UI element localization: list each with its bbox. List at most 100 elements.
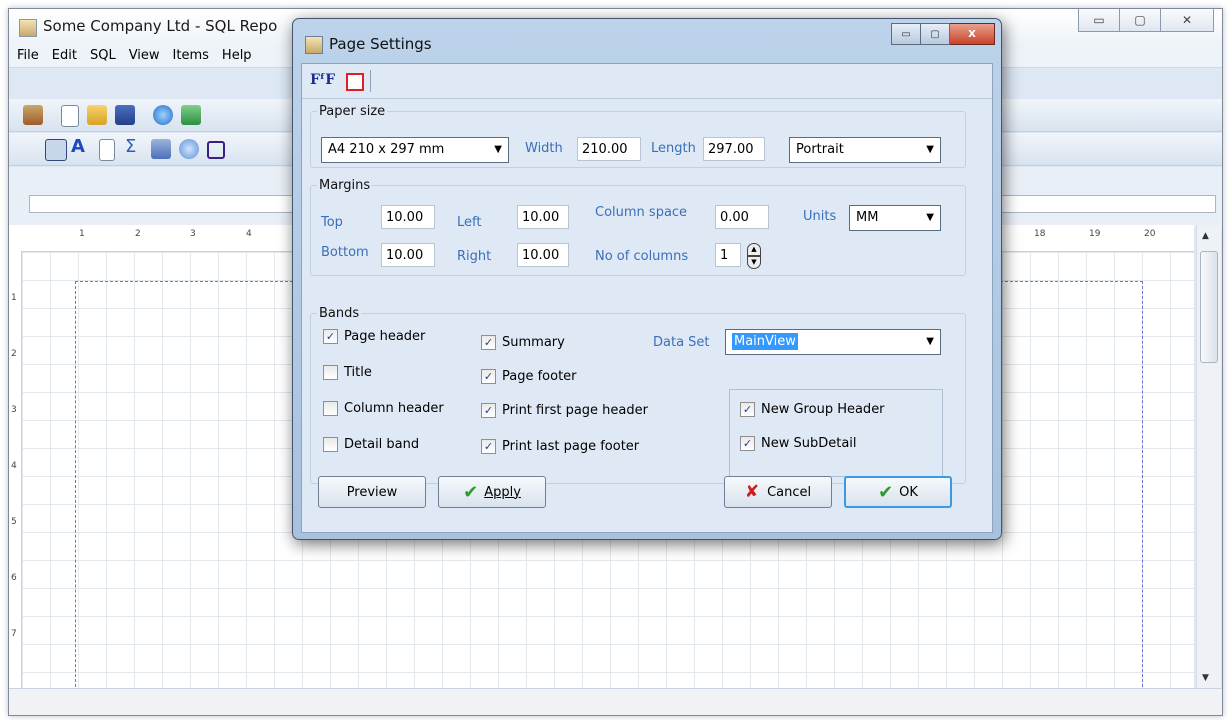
dialog-close-button[interactable]: X xyxy=(950,23,995,45)
paper-size-value: A4 210 x 297 mm xyxy=(328,142,445,157)
page-header-label: Page header xyxy=(344,329,426,344)
detail-options-box: ✓ New Group Header ✓ New SubDetail xyxy=(729,389,943,477)
ruler-tick: 4 xyxy=(11,461,17,471)
preview-button[interactable]: Preview xyxy=(318,476,426,508)
column-space-input[interactable]: 0.00 xyxy=(715,205,769,229)
main-window-title: Some Company Ltd - SQL Repo xyxy=(43,17,278,35)
ruler-tick: 2 xyxy=(135,229,141,239)
apply-button[interactable]: ✔ Apply xyxy=(438,476,546,508)
column-space-label: Column space xyxy=(595,205,688,220)
units-label: Units xyxy=(803,209,837,224)
checkbox-check-icon: ✓ xyxy=(481,403,496,418)
new-icon[interactable] xyxy=(61,105,79,127)
close-button[interactable]: ✕ xyxy=(1161,9,1214,32)
column-header-checkbox[interactable]: Column header xyxy=(323,401,444,416)
globe-icon[interactable] xyxy=(153,105,173,125)
pointer-icon[interactable] xyxy=(45,139,67,161)
cancel-button-label: Cancel xyxy=(767,484,812,500)
scroll-up-icon[interactable]: ▲ xyxy=(1202,231,1209,241)
menu-edit[interactable]: Edit xyxy=(44,45,82,63)
toolbar-separator xyxy=(370,70,371,92)
no-of-columns-label: No of columns xyxy=(595,249,689,264)
length-input[interactable]: 297.00 xyxy=(703,137,765,161)
memo-icon[interactable] xyxy=(99,139,115,161)
ruler-tick: 18 xyxy=(1034,229,1046,239)
left-margin-input[interactable]: 10.00 xyxy=(517,205,569,229)
menu-sql[interactable]: SQL xyxy=(82,45,121,63)
page-footer-checkbox[interactable]: ✓ Page footer xyxy=(481,369,577,384)
dialog-minimize-button[interactable]: ▭ xyxy=(891,23,921,45)
orientation-select[interactable]: Portrait ▼ xyxy=(789,137,941,163)
length-label: Length xyxy=(651,141,696,156)
summary-checkbox[interactable]: ✓ Summary xyxy=(481,335,565,350)
menu-items[interactable]: Items xyxy=(165,45,214,63)
bands-group: Bands ✓ Page header Title Column header … xyxy=(310,306,966,484)
chevron-down-icon: ▼ xyxy=(926,212,934,223)
exit-icon[interactable] xyxy=(23,105,43,125)
title-checkbox[interactable]: Title xyxy=(323,365,372,380)
dialog-toolbar: FᶠF xyxy=(302,64,992,99)
check-icon: ✔ xyxy=(463,481,479,503)
data-set-label: Data Set xyxy=(653,335,710,350)
right-margin-input[interactable]: 10.00 xyxy=(517,243,569,267)
shape-icon[interactable] xyxy=(207,141,225,159)
image-icon[interactable] xyxy=(151,139,171,159)
units-select[interactable]: MM ▼ xyxy=(849,205,941,231)
scroll-down-icon[interactable]: ▼ xyxy=(1202,673,1209,683)
margins-legend: Margins xyxy=(319,178,371,193)
preview-button-label: Preview xyxy=(346,484,398,500)
cancel-button[interactable]: ✘ Cancel xyxy=(724,476,832,508)
open-icon[interactable] xyxy=(87,105,107,125)
ruler-tick: 5 xyxy=(11,517,17,527)
columns-spinner[interactable]: ▲ ▼ xyxy=(747,243,761,269)
page-header-checkbox[interactable]: ✓ Page header xyxy=(323,329,425,344)
spin-down-icon[interactable]: ▼ xyxy=(747,256,761,269)
print-last-page-footer-checkbox[interactable]: ✓ Print last page footer xyxy=(481,439,639,454)
minimize-button[interactable]: ▭ xyxy=(1078,9,1120,32)
new-group-header-checkbox[interactable]: ✓ New Group Header xyxy=(740,402,885,417)
menu-view[interactable]: View xyxy=(121,45,165,63)
new-subdetail-checkbox[interactable]: ✓ New SubDetail xyxy=(740,436,857,451)
new-subdetail-label: New SubDetail xyxy=(761,436,857,451)
text-icon[interactable]: A xyxy=(71,136,91,157)
save-icon[interactable] xyxy=(115,105,135,125)
checkbox-box xyxy=(323,365,338,380)
checkbox-check-icon: ✓ xyxy=(323,329,338,344)
maximize-button[interactable]: ▢ xyxy=(1120,9,1161,32)
checkbox-box xyxy=(323,437,338,452)
data-set-select[interactable]: MainView ▼ xyxy=(725,329,941,355)
chevron-down-icon: ▼ xyxy=(926,336,934,347)
ruler-tick: 2 xyxy=(11,349,17,359)
no-of-columns-input[interactable]: 1 xyxy=(715,243,741,267)
chevron-down-icon: ▼ xyxy=(926,144,934,155)
dialog-title-bar[interactable]: Page Settings ▭ ▢ X xyxy=(293,19,1001,63)
left-label: Left xyxy=(457,215,482,230)
ruler-tick: 3 xyxy=(11,405,17,415)
detail-band-checkbox[interactable]: Detail band xyxy=(323,437,419,452)
database-icon[interactable] xyxy=(181,105,201,125)
checkbox-check-icon: ✓ xyxy=(481,335,496,350)
spin-up-icon[interactable]: ▲ xyxy=(747,243,761,256)
dialog-maximize-button[interactable]: ▢ xyxy=(921,23,950,45)
sum-icon[interactable]: Σ xyxy=(125,136,145,157)
scroll-thumb[interactable] xyxy=(1200,251,1218,363)
page-settings-dialog: Page Settings ▭ ▢ X FᶠF Paper size A4 21… xyxy=(292,18,1002,540)
bottom-margin-input[interactable]: 10.00 xyxy=(381,243,435,267)
ok-button[interactable]: ✔ OK xyxy=(844,476,952,508)
top-margin-input[interactable]: 10.00 xyxy=(381,205,435,229)
menu-help[interactable]: Help xyxy=(214,45,257,63)
dialog-app-icon xyxy=(305,36,323,54)
gear-icon[interactable] xyxy=(179,139,199,159)
orientation-value: Portrait xyxy=(796,142,844,157)
app-icon xyxy=(19,19,37,37)
paper-size-select[interactable]: A4 210 x 297 mm ▼ xyxy=(321,137,509,163)
vertical-scrollbar[interactable]: ▲ ▼ xyxy=(1196,225,1221,689)
menu-file[interactable]: File xyxy=(9,45,44,63)
font-icon[interactable]: FᶠF xyxy=(310,72,335,88)
width-label: Width xyxy=(525,141,563,156)
vertical-ruler: 1 2 3 4 5 6 7 xyxy=(9,251,22,689)
dialog-title: Page Settings xyxy=(329,35,432,53)
border-icon[interactable] xyxy=(346,73,364,91)
width-input[interactable]: 210.00 xyxy=(577,137,641,161)
print-first-page-header-checkbox[interactable]: ✓ Print first page header xyxy=(481,403,648,418)
